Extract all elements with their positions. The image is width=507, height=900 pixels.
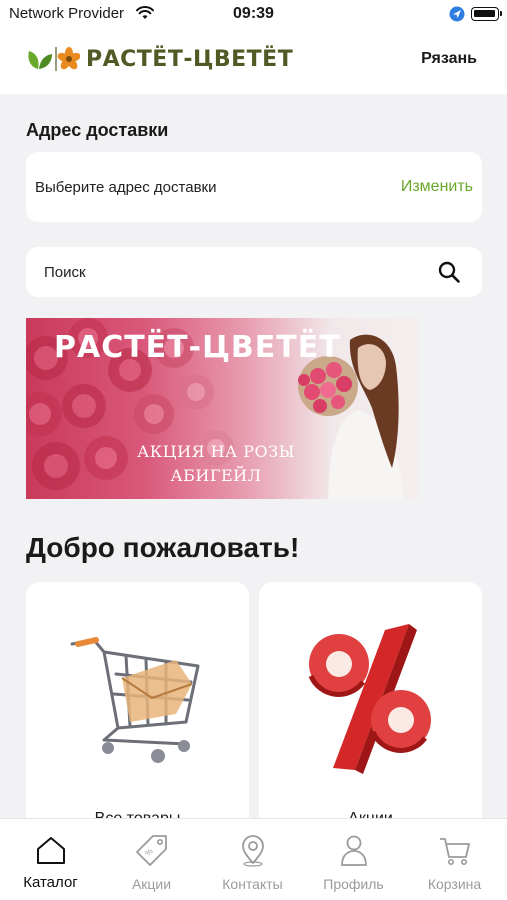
percent-illustration	[308, 624, 431, 774]
banner-promo-text: АКЦИЯ НА РОЗЫ АБИГЕЙЛ	[126, 440, 306, 488]
welcome-title: Добро пожаловать!	[26, 532, 300, 563]
home-icon	[37, 837, 65, 864]
brand-logo[interactable]: РАСТЁТ-ЦВЕТЁТ	[26, 45, 293, 73]
tab-contacts[interactable]: Контакты	[202, 819, 303, 900]
logo-leaf-flower-icon	[28, 47, 80, 71]
tab-promotions[interactable]: % Акции	[101, 819, 202, 900]
tab-label: Каталог	[23, 874, 78, 891]
status-time: 09:39	[233, 5, 274, 22]
shopping-cart-illustration	[70, 637, 200, 763]
map-pin-icon	[242, 835, 264, 867]
tab-profile[interactable]: Профиль	[303, 819, 404, 900]
promo-banner[interactable]: РАСТЁТ-ЦВЕТЁТ АКЦИЯ НА РОЗЫ АБИГЕЙЛ	[26, 318, 418, 499]
tab-catalog[interactable]: Каталог	[0, 819, 101, 900]
tab-cart[interactable]: Корзина	[404, 819, 505, 900]
tag-icon: %	[136, 835, 167, 866]
tab-label: Профиль	[323, 876, 384, 892]
tab-label: Контакты	[222, 876, 283, 892]
banner-promo-line-1: АКЦИЯ НА РОЗЫ	[137, 442, 295, 461]
cart-icon	[440, 838, 470, 865]
delivery-address-text: Выберите адрес доставки	[35, 179, 217, 196]
search-bar[interactable]	[26, 247, 482, 297]
location-arrow-icon	[449, 6, 465, 26]
logo-text: РАСТЁТ-ЦВЕТЁТ	[86, 46, 294, 72]
delivery-address-card[interactable]: Выберите адрес доставки Изменить	[26, 152, 482, 222]
battery-icon	[471, 7, 502, 21]
tab-label: Корзина	[427, 876, 482, 892]
change-address-button[interactable]: Изменить	[401, 178, 473, 196]
svg-text:%: %	[143, 847, 154, 858]
app-header: РАСТЁТ-ЦВЕТЁТ Рязань	[0, 28, 507, 94]
banner-promo-line-2: АБИГЕЙЛ	[170, 466, 262, 485]
category-card-all-products[interactable]: Все товары	[26, 582, 249, 832]
city-selector[interactable]: Рязань	[421, 50, 477, 68]
user-icon	[341, 835, 367, 866]
bottom-tab-bar: Каталог % Акции Контакты Профиль Корзина	[0, 818, 507, 900]
search-input[interactable]	[44, 247, 424, 297]
delivery-section-title: Адрес доставки	[26, 120, 169, 140]
category-card-promotions[interactable]: Акции	[259, 582, 482, 832]
tab-label: Акции	[131, 876, 172, 892]
banner-title: РАСТЁТ-ЦВЕТЁТ	[54, 330, 341, 365]
status-bar: Network Provider 09:39	[0, 0, 507, 28]
search-icon[interactable]	[438, 261, 460, 288]
